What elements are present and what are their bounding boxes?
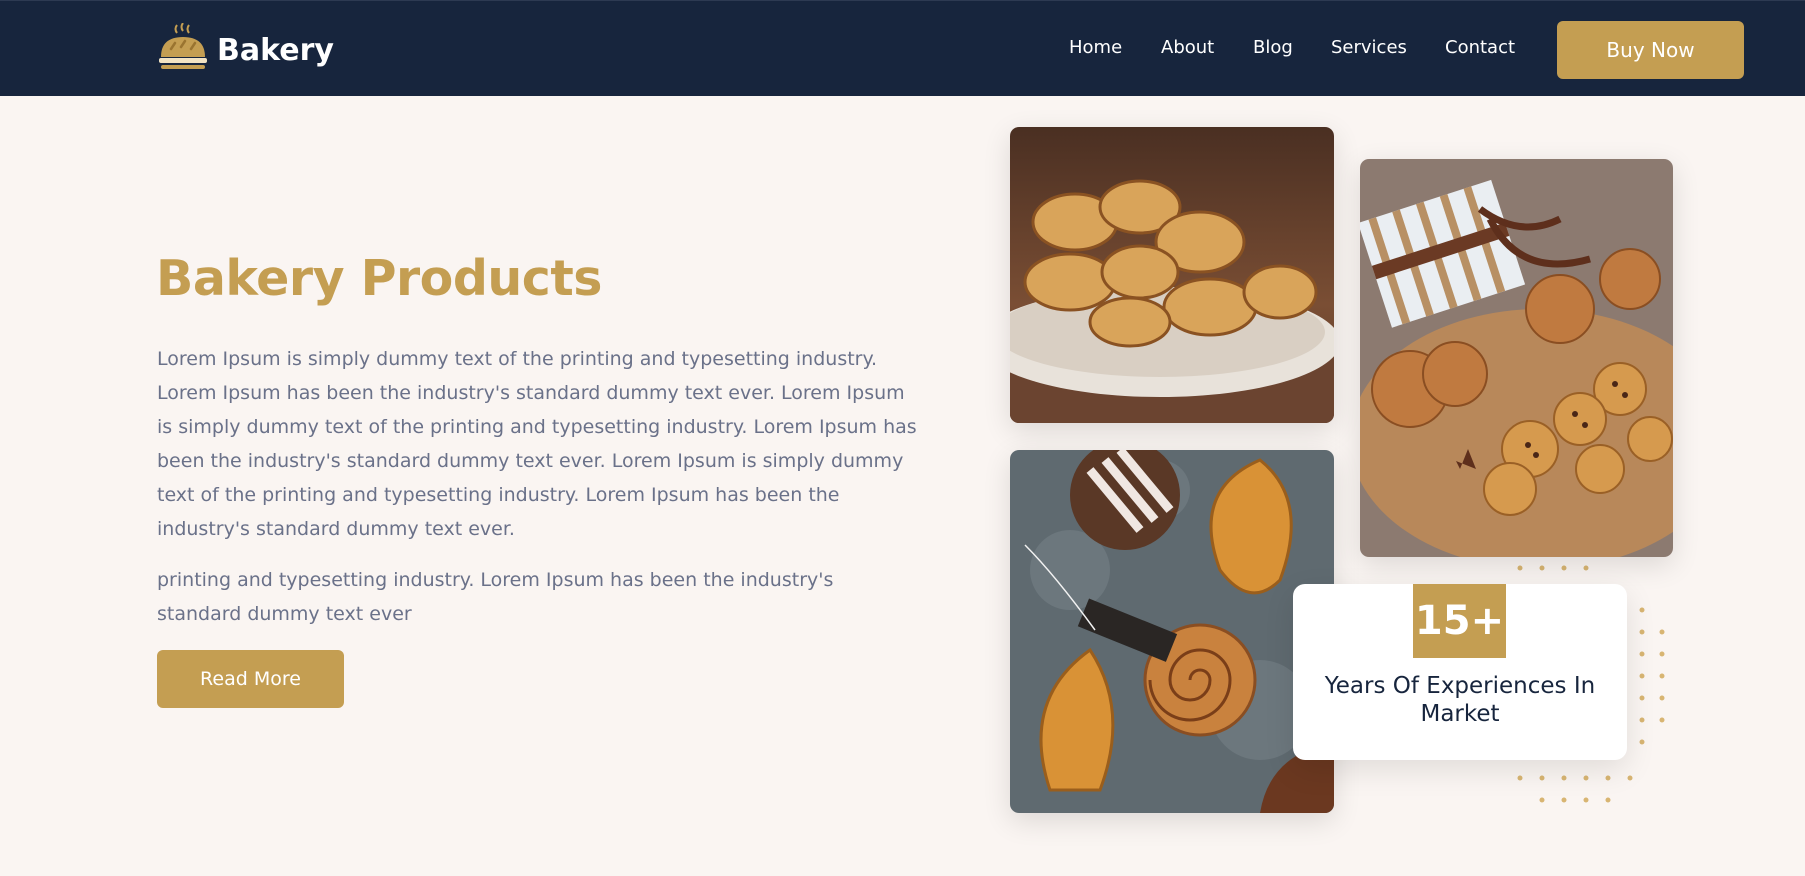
cookies-gift-image (1360, 159, 1673, 557)
nav-services[interactable]: Services (1331, 37, 1407, 58)
experience-years-badge: 15+ (1413, 584, 1506, 658)
croissants-slate-image (1010, 450, 1334, 813)
nav-blog[interactable]: Blog (1253, 37, 1293, 58)
bread-loaf-icon (159, 23, 207, 69)
nav-contact[interactable]: Contact (1445, 37, 1515, 58)
experience-card: 15+ Years Of Experiences In Market (1293, 584, 1627, 760)
logo[interactable]: Bakery (157, 23, 334, 77)
nav-about[interactable]: About (1161, 37, 1214, 58)
pastries-plate-image (1010, 127, 1334, 423)
hero-title: Bakery Products (156, 250, 602, 307)
hero-paragraph-2: printing and typesetting industry. Lorem… (157, 569, 834, 625)
brand-name: Bakery (217, 32, 334, 68)
nav-home[interactable]: Home (1069, 37, 1122, 58)
buy-now-button[interactable]: Buy Now (1557, 21, 1744, 79)
site-header: Bakery Home About Blog Services Contact … (0, 0, 1805, 96)
hero-paragraph-1: Lorem Ipsum is simply dummy text of the … (157, 348, 917, 540)
experience-label: Years Of Experiences In Market (1324, 673, 1596, 727)
read-more-button[interactable]: Read More (157, 650, 344, 708)
